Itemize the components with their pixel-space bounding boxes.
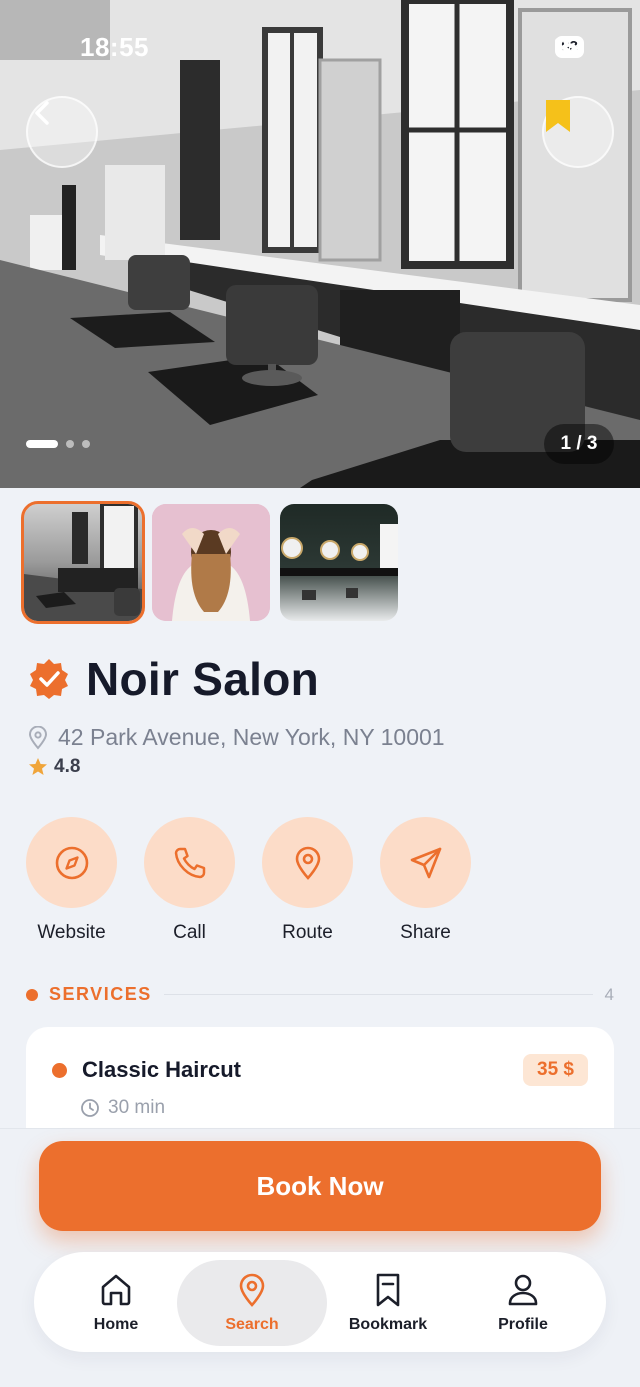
section-dot [26,988,38,1001]
call-action-circle[interactable] [144,817,235,908]
share-action-circle[interactable] [380,817,471,908]
service-dot [52,1063,67,1078]
tab-profile-label: Profile [498,1316,548,1333]
call-label: Call [173,922,206,943]
wifi-icon [555,36,584,56]
quick-actions: Website Call Route Share [26,817,471,944]
user-icon [508,1274,538,1306]
service-price: 35 $ [523,1054,588,1086]
map-pin-icon [295,846,320,880]
tab-bookmark-label: Bookmark [348,1316,428,1333]
carousel-dot[interactable] [26,440,58,448]
rating-row: 4.8 [28,756,80,778]
book-now-button[interactable]: Book Now [39,1141,601,1231]
route-action-circle[interactable] [262,817,353,908]
section-divider [163,994,593,995]
bottom-tab-bar: Home Search Bookmark Profile [34,1252,606,1352]
tab-search[interactable]: Search [177,1260,327,1346]
home-icon [101,1274,131,1306]
services-title: SERVICES [49,984,152,1004]
compass-icon [55,846,88,879]
back-button[interactable] [26,96,98,168]
star-icon [29,758,47,775]
services-section-header: SERVICES 4 [26,984,614,1005]
service-name: Classic Haircut [82,1057,241,1082]
share-label: Share [400,922,451,943]
map-pin-icon [239,1273,265,1307]
salon-name: Noir Salon [86,653,320,705]
thumbnail-salon-interior[interactable] [21,501,145,624]
salon-interior-photo [0,0,640,488]
bookmark-toggle-button[interactable] [542,96,614,168]
services-count: 4 [604,984,614,1004]
send-icon [410,847,441,878]
clock-icon [81,1099,99,1117]
salon-title-row: Noir Salon [28,652,319,706]
thumbnail-salon-mirrors[interactable] [280,504,398,621]
status-time: 18:55 [80,32,149,62]
salon-address: 42 Park Avenue, New York, NY 10001 [58,724,445,750]
share-action-button[interactable]: Share [380,817,471,944]
website-label: Website [37,922,106,943]
chevron-left-icon [35,101,49,125]
tab-search-label: Search [225,1316,279,1333]
bookmark-filled-icon [546,100,570,132]
website-action-button[interactable]: Website [26,817,117,944]
tab-home[interactable]: Home [41,1260,191,1346]
image-counter: 1 / 3 [544,424,614,464]
thumbnail-strip [21,501,398,624]
bookmark-icon [376,1273,400,1307]
call-action-button[interactable]: Call [144,817,235,944]
phone-icon [174,847,205,878]
carousel-dots [26,440,90,448]
service-duration: 30 min [80,1097,165,1119]
tab-bookmark[interactable]: Bookmark [313,1260,463,1346]
tab-profile[interactable]: Profile [448,1260,598,1346]
location-pin-icon [28,725,48,750]
service-duration-text: 30 min [108,1097,166,1118]
salon-rating: 4.8 [54,756,81,777]
website-action-circle[interactable] [26,817,117,908]
carousel-dot[interactable] [82,440,90,448]
verified-badge-icon [30,659,68,699]
route-label: Route [282,922,333,943]
status-icons: 93 [555,36,584,58]
thumbnail-hair-model[interactable] [152,504,270,621]
tab-home-label: Home [93,1316,139,1333]
route-action-button[interactable]: Route [262,817,353,944]
carousel-dot[interactable] [66,440,74,448]
address-row: 42 Park Avenue, New York, NY 10001 [28,724,445,751]
hero-photo: 18:55 93 1 / 3 [0,0,640,488]
